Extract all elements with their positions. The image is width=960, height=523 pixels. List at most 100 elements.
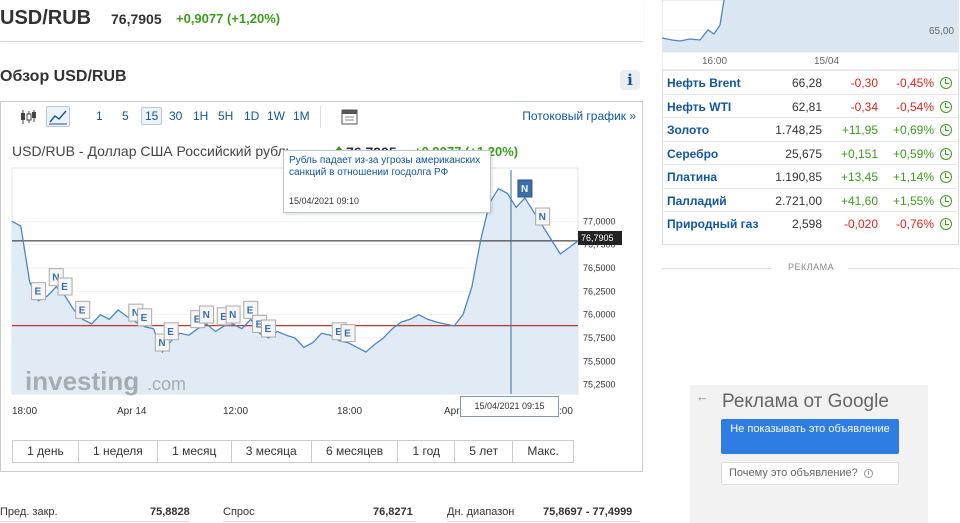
info-icon[interactable]: i [620,70,640,90]
commodity-row[interactable]: Нефть WTI 62,81 -0,34 -0,54% [663,93,958,118]
commodity-change: -0,34 [850,99,878,114]
event-marker[interactable]: E [75,300,91,319]
interval-1w[interactable]: 1W [267,109,285,123]
period-6m[interactable]: 6 месяцев [312,441,399,462]
commodity-name[interactable]: Природный газ [667,217,758,231]
commodity-value: 2,598 [791,217,822,231]
commodity-percent: +1,55% [892,193,934,208]
commodity-row[interactable]: Палладий 2.721,00 +41,60 +1,55% [663,187,958,212]
event-marker[interactable]: E [260,319,276,338]
event-marker-label: E [141,313,148,324]
commodity-row[interactable]: Серебро 25,675 +0,151 +0,59% [663,140,958,165]
interval-30[interactable]: 30 [169,109,182,123]
commodity-row[interactable]: Природный газ 2,598 -0,020 -0,76% [663,211,958,235]
event-marker[interactable]: N [517,179,533,198]
candlestick-icon[interactable] [19,109,37,125]
event-marker[interactable]: N [225,305,241,324]
back-arrow-icon[interactable]: ← [696,389,709,404]
period-1d[interactable]: 1 день [13,441,79,462]
calendar-icon[interactable] [341,109,358,125]
period-1w[interactable]: 1 неделя [79,441,158,462]
period-max[interactable]: Макс. [513,441,573,462]
commodity-change: +41,60 [840,193,878,208]
overview-title: Обзор USD/RUB [0,68,127,85]
event-marker[interactable]: N [199,305,215,324]
event-marker[interactable]: E [163,322,179,341]
mini-chart-y-tick: 65,00 [929,26,954,37]
event-marker[interactable]: N [535,207,551,226]
event-marker-label: E [79,305,86,316]
clock-icon [940,77,952,89]
clock-icon [940,171,952,183]
event-marker-label: E [344,329,351,340]
interval-5h[interactable]: 5H [218,109,233,123]
mini-chart-tick-2: 15/04 [814,56,839,67]
commodity-value: 1.748,25 [775,123,822,137]
commodity-value: 2.721,00 [775,193,822,208]
price-change: +0,9077 (+1,20%) [176,11,281,26]
y-tick-label: 76,2500 [583,286,616,296]
commodity-percent: -0,54% [895,99,934,114]
commodity-row[interactable]: Платина 1.190,85 +13,45 +1,14% [663,164,958,188]
commodity-percent: +0,59% [892,146,934,161]
interval-15[interactable]: 15 [141,107,163,125]
stat-label-bid: Спрос [223,506,255,518]
commodity-percent: +1,14% [892,170,934,184]
commodity-name[interactable]: Нефть Brent [667,76,741,90]
commodity-change: +11,95 [841,123,878,137]
event-marker-label: E [35,287,42,298]
investing-watermark-suffix: .com [147,374,186,394]
commodity-name[interactable]: Палладий [667,194,727,208]
interval-1m[interactable]: 1M [293,109,310,123]
interval-1[interactable]: 1 [96,109,103,123]
commodity-row[interactable]: Нефть Brent 66,28 -0,30 -0,45% [663,70,958,94]
stat-label-prev-close: Пред. закр. [0,506,58,518]
commodity-name[interactable]: Золото [667,123,709,137]
clock-icon [940,147,952,160]
stat-value-bid: 76,8271 [373,506,413,518]
commodity-name[interactable]: Нефть WTI [667,100,731,114]
line-chart-button[interactable] [46,106,70,127]
event-marker-label: E [61,282,68,293]
interval-1d[interactable]: 1D [244,109,259,123]
period-5y[interactable]: 5 лет [455,441,514,462]
pair-title: USD/RUB [0,7,92,29]
news-tooltip[interactable]: Рубль падает из-за угрозы американских с… [283,150,491,213]
y-tick-label: 75,2500 [583,380,616,390]
clock-icon [940,194,952,207]
chart-toolbar: 1 5 15 30 1H 5H 1D 1W 1M Потоковый графи… [1,102,642,132]
instrument-header: USD/RUB 76,7905 +0,9077 (+1,20%) [0,0,643,42]
period-1m[interactable]: 1 месяц [158,441,232,462]
interval-5[interactable]: 5 [122,109,129,123]
interval-1h[interactable]: 1H [193,109,208,123]
commodity-percent: -0,45% [895,76,934,90]
period-selector: 1 день 1 неделя 1 месяц 3 месяца 6 месяц… [12,440,574,463]
google-ad-box: ← Реклама от Google Не показывать это об… [690,385,928,523]
event-marker[interactable]: E [137,308,153,327]
investing-watermark: investing [25,366,139,396]
commodity-change: +13,45 [840,170,878,184]
commodity-name[interactable]: Платина [667,170,717,184]
commodities-table: Нефть Brent 66,28 -0,30 -0,45% Нефть WTI 62,8… [662,70,959,245]
news-headline[interactable]: Рубль падает из-за угрозы американских с… [289,155,485,179]
streaming-chart-link[interactable]: Потоковый график » [522,109,636,123]
event-marker[interactable]: E [340,324,356,343]
event-marker[interactable]: E [57,277,73,296]
ad-divider-label: РЕКЛАМА [788,262,835,272]
toolbar-divider [320,106,321,128]
commodity-name[interactable]: Серебро [667,147,718,161]
y-tick-label: 76,5000 [583,263,616,273]
why-this-ad-button[interactable]: Почему это объявление? i [721,462,899,485]
period-3m[interactable]: 3 месяца [232,441,312,462]
event-marker-label: E [247,305,254,316]
stat-label-day-range: Дн. диапазон [447,506,515,518]
x-tick-label: Apr [444,406,460,417]
commodity-row[interactable]: Золото 1.748,25 +11,95 +0,69% [663,117,958,141]
mini-chart: 16:00 15/04 65,00 [662,0,959,70]
period-1y[interactable]: 1 год [398,441,456,462]
hide-ad-button[interactable]: Не показывать это объявление [721,419,899,454]
event-marker-label: E [264,324,271,335]
y-tick-label: 75,5000 [583,356,616,366]
x-tick-label: 18:00 [12,406,37,417]
event-marker[interactable]: E [31,282,47,301]
